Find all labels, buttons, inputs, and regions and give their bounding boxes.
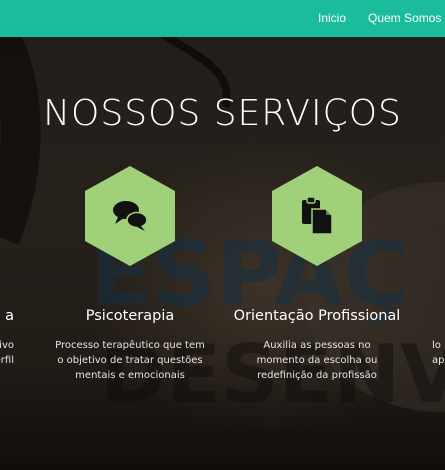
clipboard-icon <box>302 196 333 235</box>
service-title-left-partial: a <box>5 308 14 324</box>
section-heading: NOSSOS SERVIÇOS <box>43 93 402 134</box>
nav-link-quem-somos[interactable]: Quem Somos <box>368 0 441 37</box>
service-desc-right-partial: lo ap <box>432 340 445 366</box>
chat-bubbles-icon <box>113 201 148 231</box>
top-navbar: Inicio Quem Somos <box>0 0 445 37</box>
service-desc-left-partial: tivo erfil <box>0 340 14 366</box>
service-title-psicoterapia: Psicoterapia <box>85 308 175 324</box>
service-desc-orientacao: Auxilia as pessoas no momento da escolha… <box>256 340 378 381</box>
nav-link-inicio[interactable]: Inicio <box>318 0 346 37</box>
services-section: ESPAÇ DESENVO NOSSOS SERVIÇOS a tivo erf… <box>0 37 445 470</box>
service-desc-psicoterapia: Processo terapêutico que tem o objetivo … <box>55 340 205 381</box>
service-title-orientacao: Orientação Profissional <box>233 308 401 324</box>
